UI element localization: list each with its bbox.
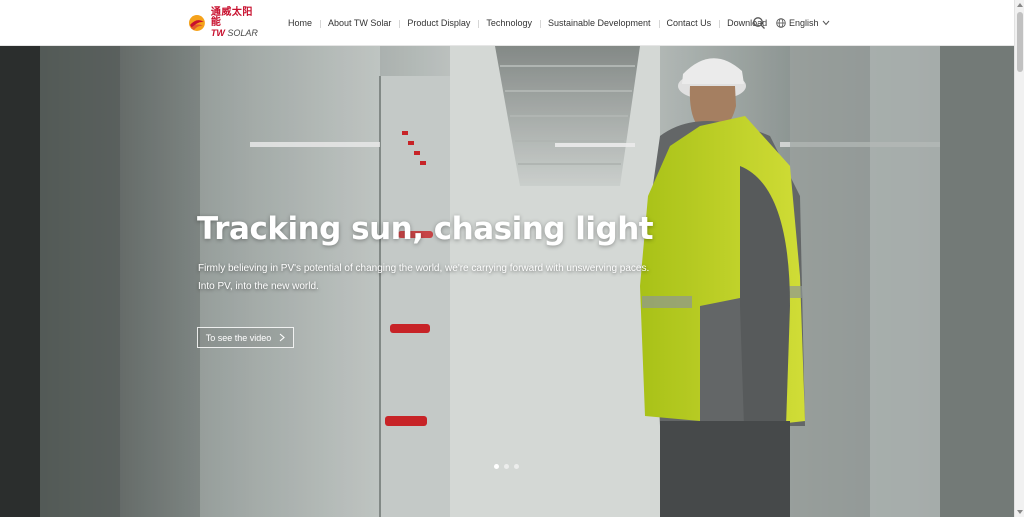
- scroll-up-arrow-icon[interactable]: [1016, 1, 1024, 9]
- globe-icon: [776, 18, 786, 28]
- carousel-dot-1[interactable]: [494, 464, 499, 469]
- nav-contact-us[interactable]: Contact Us: [658, 18, 720, 28]
- chevron-down-icon: [822, 20, 829, 26]
- language-label: English: [789, 18, 819, 28]
- logo[interactable]: 通威太阳能 TW SOLAR: [187, 7, 263, 38]
- search-icon[interactable]: [752, 16, 766, 30]
- hero-subtitle-line-2: Into PV, into the new world.: [198, 281, 319, 292]
- scroll-down-arrow-icon[interactable]: [1016, 508, 1024, 516]
- nav-about[interactable]: About TW Solar: [320, 18, 399, 28]
- main-nav: Home About TW Solar Product Display Tech…: [280, 0, 775, 46]
- page-scrollbar[interactable]: [1014, 0, 1024, 517]
- hero-banner: Tracking sun, chasing light Firmly belie…: [0, 46, 1014, 517]
- nav-sustainable-development[interactable]: Sustainable Development: [539, 18, 659, 28]
- hero-title: Tracking sun, chasing light: [197, 211, 654, 247]
- carousel-dot-3[interactable]: [514, 464, 519, 469]
- see-video-button[interactable]: To see the video: [197, 327, 294, 348]
- header-actions: English: [752, 0, 833, 46]
- language-selector[interactable]: English: [776, 18, 833, 28]
- hero-subtitle: Firmly believing in PV's potential of ch…: [198, 260, 649, 296]
- carousel-dot-2[interactable]: [504, 464, 509, 469]
- site-header: 通威太阳能 TW SOLAR Home About TW Solar Produ…: [0, 0, 1014, 46]
- see-video-label: To see the video: [205, 332, 272, 343]
- sun-logo-icon: [188, 15, 205, 31]
- carousel-pagination: [494, 464, 524, 469]
- hero-subtitle-line-1: Firmly believing in PV's potential of ch…: [198, 263, 650, 274]
- chevron-right-icon: [279, 333, 286, 342]
- logo-chinese-text: 通威太阳能: [210, 7, 253, 28]
- nav-technology[interactable]: Technology: [478, 18, 540, 28]
- nav-product-display[interactable]: Product Display: [399, 18, 478, 28]
- logo-english-text: TW SOLAR: [210, 28, 258, 38]
- nav-home[interactable]: Home: [280, 18, 320, 28]
- scrollbar-thumb[interactable]: [1017, 12, 1023, 72]
